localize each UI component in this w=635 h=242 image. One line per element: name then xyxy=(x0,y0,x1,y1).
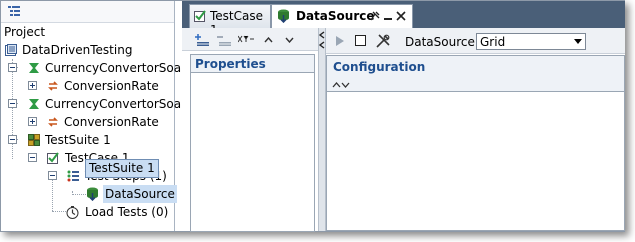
add-property-icon[interactable] xyxy=(195,34,209,46)
interface-icon xyxy=(29,63,39,73)
project-navigator: Project DataDrivenTesting CurrencyConver… xyxy=(1,1,204,231)
datasource-type-value: Grid xyxy=(480,35,506,49)
project-tree: Project DataDrivenTesting CurrencyConver… xyxy=(4,25,204,219)
datasource-type-label: DataSource: xyxy=(405,35,479,49)
remove-property-icon[interactable] xyxy=(217,34,231,46)
tab-datasource[interactable]: DataSource xyxy=(271,4,413,28)
navigator-toolbar xyxy=(1,1,174,23)
soapui-window: Project DataDrivenTesting CurrencyConver… xyxy=(0,0,625,232)
tools-icon[interactable] xyxy=(376,34,390,48)
collapse-toggle[interactable] xyxy=(8,99,17,108)
configuration-panel: Configuration xyxy=(326,55,625,231)
run-icon[interactable] xyxy=(335,35,345,47)
xy-icon[interactable] xyxy=(238,35,254,45)
expand-collapse-icon[interactable] xyxy=(332,81,350,88)
testsuite-icon xyxy=(28,134,40,146)
stop-icon[interactable] xyxy=(355,35,366,46)
splitter-arrows-icon[interactable] xyxy=(319,31,325,49)
configuration-header-bar: Configuration xyxy=(327,56,624,92)
test-steps-icon xyxy=(67,170,79,182)
testcase-icon xyxy=(194,10,206,22)
expand-toggle[interactable] xyxy=(28,81,37,90)
configuration-header: Configuration xyxy=(333,60,426,74)
move-down-icon[interactable] xyxy=(285,37,294,43)
testcase-icon xyxy=(47,152,59,164)
load-tests-icon xyxy=(66,206,79,219)
collapse-toggle[interactable] xyxy=(28,153,37,162)
tree-guide xyxy=(72,194,86,195)
move-up-icon[interactable] xyxy=(264,37,273,43)
minimize-icon[interactable] xyxy=(383,11,393,21)
tab-testcase[interactable]: TestCase 1 xyxy=(189,4,271,37)
pin-icon[interactable] xyxy=(370,11,380,21)
operation-icon xyxy=(48,81,58,91)
tree-guide xyxy=(12,59,13,159)
collapse-toggle[interactable] xyxy=(48,171,57,180)
datasource-icon xyxy=(278,9,289,23)
interface-icon xyxy=(29,99,39,109)
properties-panel: Properties xyxy=(190,54,315,232)
tree-view-icon[interactable] xyxy=(8,6,20,16)
operation-icon xyxy=(48,117,58,127)
datasource-toolbar: DataSource: Grid xyxy=(326,28,625,54)
expand-toggle[interactable] xyxy=(28,117,37,126)
close-icon[interactable] xyxy=(396,11,406,21)
project-icon xyxy=(5,44,17,56)
chevron-down-icon xyxy=(574,39,582,44)
datasource-editor: Properties DataSource: Grid Configuratio… xyxy=(182,28,625,232)
collapse-toggle[interactable] xyxy=(8,135,17,144)
drag-tooltip: TestSuite 1 xyxy=(85,159,159,178)
editor-area: TestCase 1 DataSource xyxy=(182,1,625,232)
panel-splitter[interactable] xyxy=(318,28,326,231)
datasource-type-select[interactable]: Grid xyxy=(476,33,586,50)
tab-bar: TestCase 1 DataSource xyxy=(182,1,625,37)
properties-toolbar xyxy=(182,28,318,51)
tree-guide xyxy=(52,211,66,212)
properties-header: Properties xyxy=(191,55,314,73)
collapse-toggle[interactable] xyxy=(8,63,17,72)
datasource-icon xyxy=(87,187,98,201)
